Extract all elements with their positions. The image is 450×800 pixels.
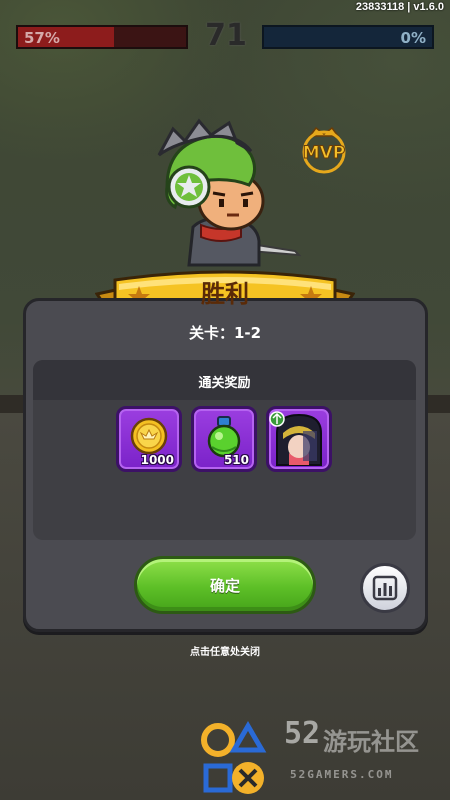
reward-item-potion[interactable]: 510: [191, 406, 257, 472]
team-left-percent: 57%: [24, 29, 60, 47]
reward-count: 510: [223, 453, 249, 467]
build-version: 23833118 | v1.6.0: [355, 1, 444, 13]
confirm-button[interactable]: 确定: [134, 556, 316, 614]
confirm-label: 确定: [209, 577, 240, 595]
battle-score: 71: [205, 18, 247, 53]
hero-character-icon: [157, 118, 302, 267]
watermark-number: 52: [284, 716, 321, 751]
rewards-title: 通关奖励: [198, 376, 251, 391]
rewards-header: 通关奖励: [33, 360, 416, 400]
reward-count: 1000: [140, 453, 174, 467]
watermark-name: 游玩社区: [323, 728, 419, 756]
watermark-url: 52GAMERS.COM: [290, 768, 394, 781]
stats-button[interactable]: [360, 563, 410, 613]
reward-item-hero[interactable]: [266, 406, 332, 472]
team-right-progress-bar: 0%: [262, 25, 434, 49]
victory-title: 胜利: [201, 280, 249, 308]
reward-item-gold[interactable]: 1000: [116, 406, 182, 472]
close-hint: 点击任意处关闭: [190, 647, 260, 658]
hero-upgrade-badge-icon: [269, 411, 285, 427]
stage-label: 关卡：1-2: [188, 324, 262, 342]
team-left-progress-bar: 57%: [16, 25, 188, 49]
team-right-percent: 0%: [400, 29, 426, 47]
bar-chart-icon: [372, 575, 398, 601]
